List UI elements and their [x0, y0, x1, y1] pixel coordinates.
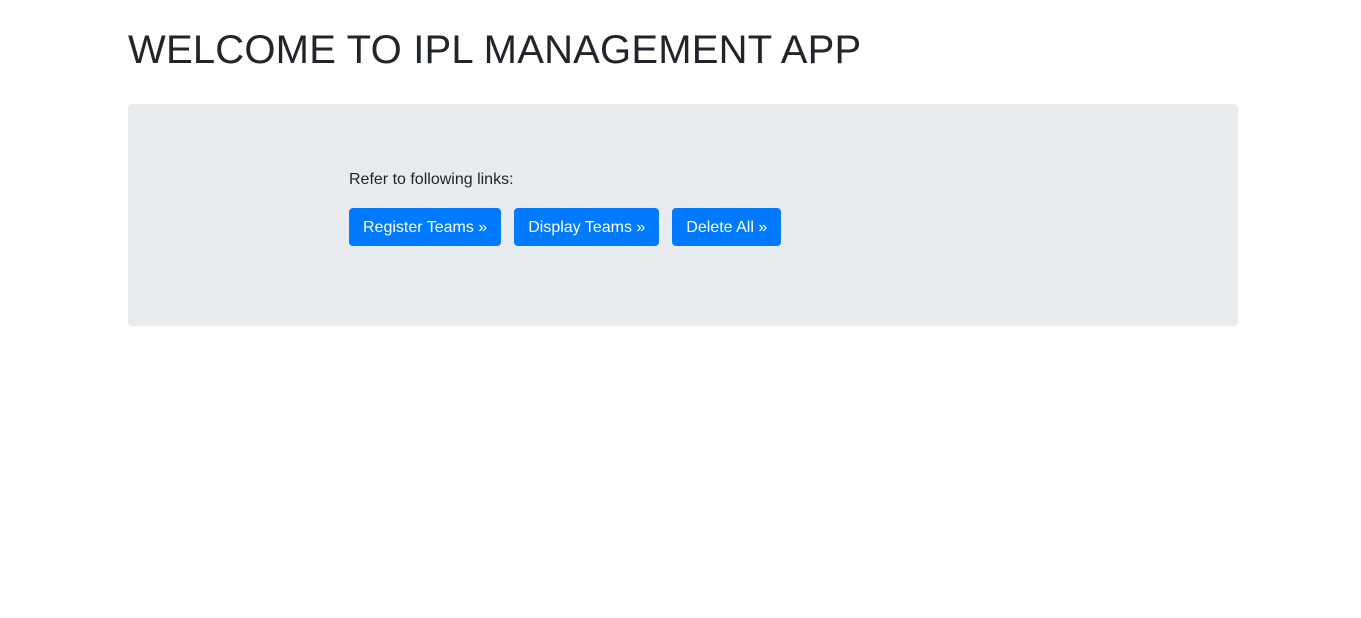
register-teams-button[interactable]: Register Teams » — [349, 208, 502, 246]
display-teams-button[interactable]: Display Teams » — [514, 208, 660, 246]
jumbotron-panel: Refer to following links: Register Teams… — [128, 104, 1238, 326]
page-title: WELCOME TO IPL MANAGEMENT APP — [128, 28, 862, 72]
delete-all-button[interactable]: Delete All » — [672, 208, 782, 246]
button-row: Register Teams » Display Teams » Delete … — [349, 208, 782, 246]
intro-text: Refer to following links: — [349, 171, 514, 188]
links-block: Refer to following links: Register Teams… — [349, 170, 782, 246]
